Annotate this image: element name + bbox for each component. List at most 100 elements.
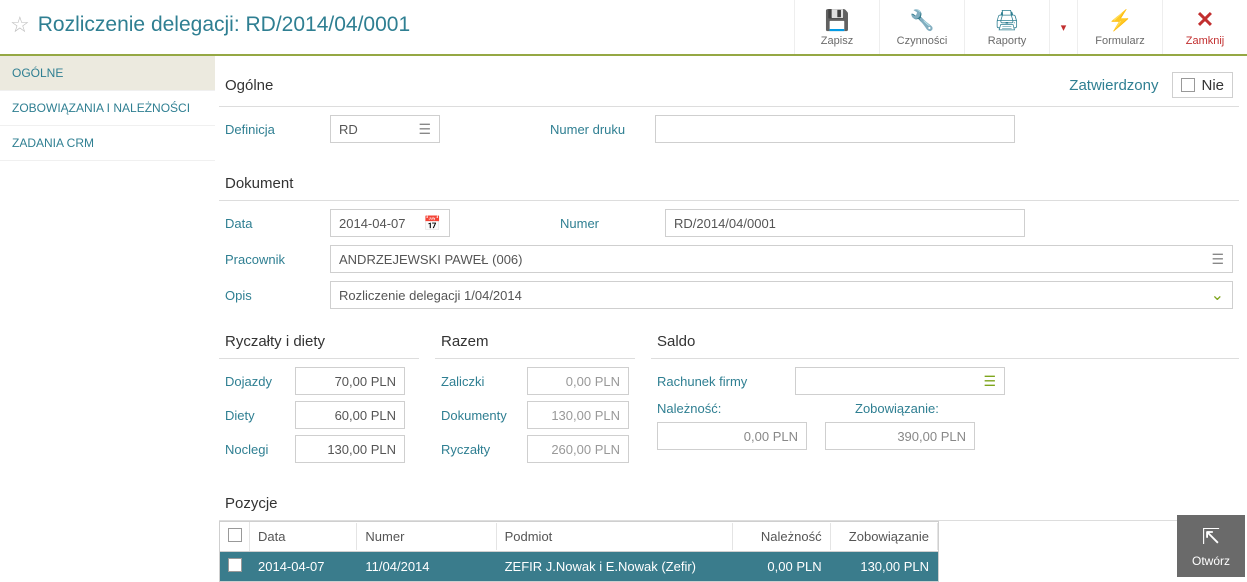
table-row[interactable]: 2014-04-07 11/04/2014 ZEFIR J.Nowak i E.…	[220, 552, 938, 581]
noclegi-input[interactable]: 130,00 PLN	[295, 435, 405, 463]
definicja-input[interactable]: RD ☰	[330, 115, 440, 143]
col-podmiot[interactable]: Podmiot	[497, 523, 734, 550]
form-label: Formularz	[1095, 35, 1145, 47]
section-title-ryczalty: Ryczałty i diety	[225, 333, 325, 350]
chevron-down-icon[interactable]: ⌄	[1211, 285, 1224, 305]
printer-icon: 🖨	[994, 8, 1019, 33]
bolt-icon: ⚡	[1108, 8, 1133, 33]
numer-druku-field[interactable]	[664, 116, 1006, 142]
dojazdy-input[interactable]: 70,00 PLN	[295, 367, 405, 395]
reports-button[interactable]: 🖨 Raporty	[964, 0, 1049, 54]
actions-button[interactable]: 🔧 Czynności	[879, 0, 964, 54]
numer-druku-label: Numer druku	[550, 122, 645, 137]
summary-columns: Ryczałty i diety Dojazdy 70,00 PLN Diety…	[219, 325, 1239, 477]
diety-label: Diety	[225, 408, 295, 423]
col-checkbox[interactable]	[220, 522, 250, 551]
naleznosc-label: Należność:	[657, 401, 777, 416]
section-title-saldo: Saldo	[657, 333, 695, 350]
cell-data: 2014-04-07	[250, 553, 357, 580]
section-title-razem: Razem	[441, 333, 489, 350]
header: ☆ Rozliczenie delegacji: RD/2014/04/0001…	[0, 0, 1247, 56]
definicja-label: Definicja	[225, 122, 320, 137]
status-value[interactable]: Nie	[1172, 72, 1233, 98]
panel-saldo: Saldo Rachunek firmy ☰ Należność: Zobowi…	[651, 325, 1239, 477]
definicja-value: RD	[339, 122, 358, 137]
save-icon: 💾	[825, 8, 850, 33]
pracownik-label: Pracownik	[225, 252, 320, 267]
numer-druku-input[interactable]	[655, 115, 1015, 143]
dojazdy-label: Dojazdy	[225, 374, 295, 389]
zaliczki-label: Zaliczki	[441, 374, 527, 389]
rachunek-label: Rachunek firmy	[657, 374, 777, 389]
sidebar-item-zobowiazania[interactable]: ZOBOWIĄZANIA I NALEŻNOŚCI	[0, 91, 215, 126]
numer-input[interactable]	[665, 209, 1025, 237]
pozycje-table: Data Numer Podmiot Należność Zobowiązani…	[219, 521, 939, 582]
actions-label: Czynności	[897, 35, 948, 47]
favorite-star-icon[interactable]: ☆	[10, 12, 30, 38]
cell-naleznosc: 0,00 PLN	[733, 553, 830, 580]
col-naleznosc[interactable]: Należność	[733, 523, 830, 550]
dokumenty-label: Dokumenty	[441, 408, 527, 423]
zobowiazanie-label: Zobowiązanie:	[855, 401, 939, 416]
rachunek-field[interactable]	[804, 368, 983, 394]
naleznosc-value: 0,00 PLN	[657, 422, 807, 450]
data-value: 2014-04-07	[339, 216, 406, 231]
zaliczki-value: 0,00 PLN	[527, 367, 629, 395]
opis-label: Opis	[225, 288, 320, 303]
sidebar-item-zadania-crm[interactable]: ZADANIA CRM	[0, 126, 215, 161]
close-icon: ✕	[1196, 7, 1214, 33]
col-numer[interactable]: Numer	[357, 523, 496, 550]
section-title-ogolne: Ogólne	[225, 77, 273, 94]
status-text: Nie	[1201, 77, 1224, 94]
list-icon[interactable]: ☰	[418, 121, 431, 138]
dokumenty-value: 130,00 PLN	[527, 401, 629, 429]
wrench-icon: 🔧	[910, 8, 935, 33]
close-label: Zamknij	[1186, 35, 1225, 47]
panel-ryczalty: Ryczałty i diety Dojazdy 70,00 PLN Diety…	[219, 325, 419, 477]
close-button[interactable]: ✕ Zamknij	[1162, 0, 1247, 54]
open-button[interactable]: ⇱ Otwórz	[1177, 515, 1245, 577]
data-input[interactable]: 2014-04-07 📅	[330, 209, 450, 237]
zobowiazanie-value: 390,00 PLN	[825, 422, 975, 450]
section-title-dokument: Dokument	[225, 175, 293, 192]
cell-numer: 11/04/2014	[357, 553, 496, 580]
col-data[interactable]: Data	[250, 523, 357, 550]
open-icon: ⇱	[1202, 524, 1220, 550]
rachunek-input[interactable]: ☰	[795, 367, 1005, 395]
panel-pozycje: Pozycje Data Numer Podmiot Należność Zob…	[219, 487, 1239, 582]
caret-down-icon: ▾	[1061, 21, 1067, 34]
table-header: Data Numer Podmiot Należność Zobowiązani…	[220, 522, 938, 552]
section-title-pozycje: Pozycje	[225, 495, 278, 512]
form-button[interactable]: ⚡ Formularz	[1077, 0, 1162, 54]
numer-field[interactable]	[674, 210, 1016, 236]
checkbox-icon	[1181, 78, 1195, 92]
list-icon[interactable]: ☰	[983, 373, 996, 390]
data-label: Data	[225, 216, 320, 231]
numer-label: Numer	[560, 216, 655, 231]
sidebar: OGÓLNE ZOBOWIĄZANIA I NALEŻNOŚCI ZADANIA…	[0, 56, 215, 582]
save-label: Zapisz	[821, 35, 853, 47]
panel-dokument: Dokument Data 2014-04-07 📅 Numer	[219, 167, 1239, 325]
noclegi-label: Noclegi	[225, 442, 295, 457]
cell-zobowiazanie: 130,00 PLN	[831, 553, 938, 580]
list-icon[interactable]: ☰	[1211, 251, 1224, 268]
cell-podmiot: ZEFIR J.Nowak i E.Nowak (Zefir)	[497, 553, 734, 580]
main-content: Ogólne Zatwierdzony Nie Definicja RD	[215, 56, 1247, 582]
opis-input[interactable]: Rozliczenie delegacji 1/04/2014 ⌄	[330, 281, 1233, 309]
diety-input[interactable]: 60,00 PLN	[295, 401, 405, 429]
save-button[interactable]: 💾 Zapisz	[794, 0, 879, 54]
panel-razem: Razem Zaliczki 0,00 PLN Dokumenty 130,00…	[435, 325, 635, 477]
pracownik-value: ANDRZEJEWSKI PAWEŁ (006)	[339, 252, 522, 267]
sidebar-item-ogolne[interactable]: OGÓLNE	[0, 56, 215, 91]
calendar-icon[interactable]: 📅	[424, 215, 441, 232]
checkbox-icon[interactable]	[228, 558, 242, 572]
opis-value: Rozliczenie delegacji 1/04/2014	[339, 288, 522, 303]
col-zobowiazanie[interactable]: Zobowiązanie	[831, 523, 938, 550]
open-label: Otwórz	[1192, 554, 1230, 568]
checkbox-icon	[228, 528, 242, 542]
ryczalty-sum-label: Ryczałty	[441, 442, 527, 457]
reports-dropdown-button[interactable]: ▾	[1049, 0, 1077, 54]
pracownik-input[interactable]: ANDRZEJEWSKI PAWEŁ (006) ☰	[330, 245, 1233, 273]
page-title: Rozliczenie delegacji: RD/2014/04/0001	[38, 13, 410, 37]
status-label: Zatwierdzony	[1069, 77, 1158, 94]
